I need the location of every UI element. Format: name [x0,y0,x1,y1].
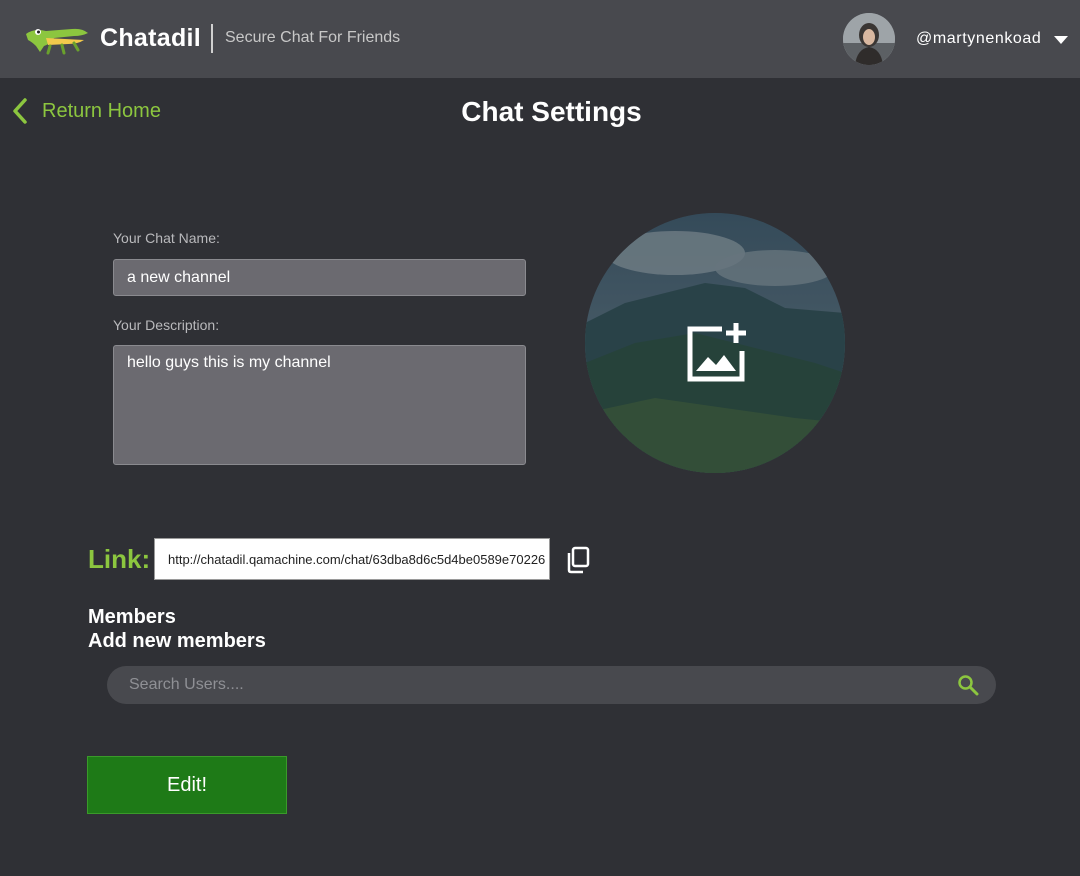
avatar[interactable] [843,13,895,65]
brand-divider [211,24,213,53]
brand-tagline: Secure Chat For Friends [225,29,401,46]
search-users-input[interactable] [107,666,957,704]
username-label[interactable]: @martynenkoad [916,30,1041,48]
chat-image-upload[interactable] [585,213,845,473]
members-heading: Members [88,606,176,628]
copy-icon[interactable] [565,546,591,574]
description-input[interactable]: hello guys this is my channel [113,345,526,465]
chat-name-input[interactable] [113,259,526,296]
chat-link-field[interactable]: http://chatadil.qamachine.com/chat/63dba… [154,538,550,580]
page-title: Chat Settings [461,96,642,127]
edit-button[interactable]: Edit! [87,756,287,814]
chat-name-label: Your Chat Name: [113,230,220,246]
top-navbar: Chatadil Secure Chat For Friends @martyn… [0,0,1080,78]
user-search-bar [107,666,996,704]
brand-name[interactable]: Chatadil [100,24,201,53]
add-image-icon [687,323,746,382]
avatar-photo-icon [843,13,895,65]
search-icon[interactable] [957,674,979,696]
description-label: Your Description: [113,317,220,333]
caret-down-icon[interactable] [1054,36,1068,44]
add-members-heading: Add new members [88,630,266,652]
link-label: Link: [88,544,151,574]
crocodile-logo-icon[interactable] [24,20,90,56]
